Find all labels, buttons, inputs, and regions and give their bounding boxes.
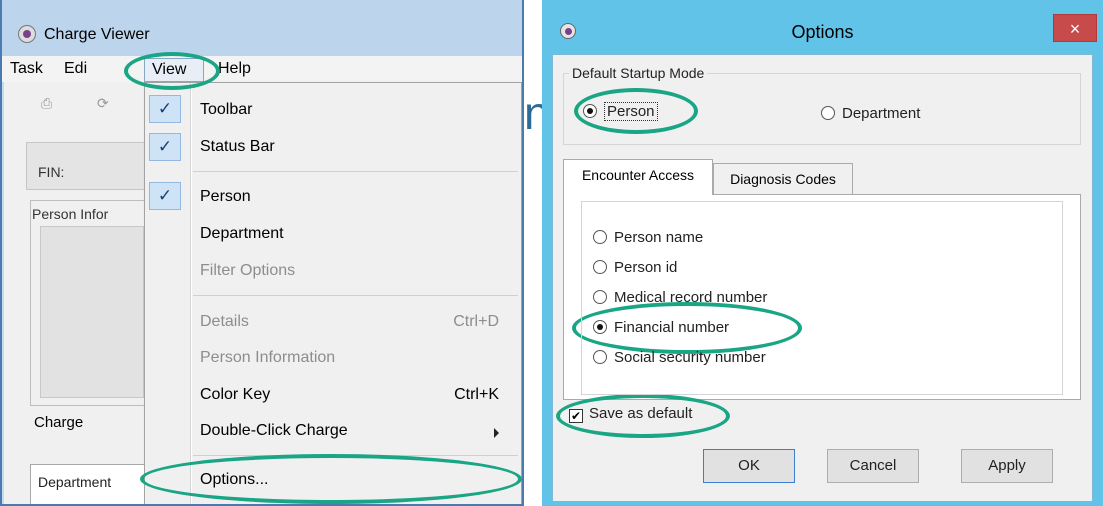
charge-viewer-titlebar: Charge Viewer	[2, 0, 522, 56]
menu-item-toolbar[interactable]: Toolbar	[200, 101, 252, 119]
radio-empty-icon[interactable]	[593, 290, 607, 304]
options-client-area: Default Startup Mode Person Department E…	[552, 54, 1093, 501]
menu-edit[interactable]: Edi	[64, 60, 87, 78]
save-as-default-label: Save as default	[589, 405, 693, 422]
startup-department-label: Department	[842, 105, 921, 122]
radio-empty-icon[interactable]	[593, 230, 607, 244]
access-medical-record-radio[interactable]: Medical record number	[593, 289, 767, 306]
tab-diagnosis-codes[interactable]: Diagnosis Codes	[713, 163, 853, 195]
details-shortcut: Ctrl+D	[453, 313, 499, 330]
checkbox-checked-icon[interactable]: ✔	[569, 409, 583, 423]
access-financial-number-radio[interactable]: Financial number	[593, 319, 729, 336]
menu-item-person[interactable]: Person	[200, 188, 251, 206]
radio-empty-icon[interactable]	[593, 350, 607, 364]
menu-help[interactable]: Help	[218, 60, 251, 78]
toolbar-check-icon: ✓	[149, 95, 181, 123]
menu-item-department[interactable]: Department	[200, 225, 284, 243]
print-icon[interactable]: ⎙	[40, 94, 62, 114]
access-person-name-radio[interactable]: Person name	[593, 229, 703, 246]
department-column-header[interactable]: Department	[38, 474, 111, 490]
options-dialog: Options × Default Startup Mode Person De…	[542, 0, 1103, 506]
submenu-arrow-icon	[494, 428, 499, 438]
access-option-label: Person name	[614, 229, 704, 246]
refresh-icon[interactable]: ⟳	[96, 94, 118, 114]
view-menu-dropdown: ✓ Toolbar ✓ Status Bar ✓ Person Departme…	[144, 82, 522, 504]
status-bar-check-icon: ✓	[149, 133, 181, 161]
menu-separator	[193, 455, 518, 456]
menu-item-options[interactable]: Options...	[200, 471, 268, 489]
tab-encounter-access[interactable]: Encounter Access	[563, 159, 713, 195]
charge-viewer-window: Charge Viewer Task Edi Help View ⎙ ⟳ FIN…	[0, 0, 524, 506]
close-button[interactable]: ×	[1053, 14, 1097, 42]
dialog-footer: OK Cancel Apply	[553, 435, 1092, 501]
startup-department-radio[interactable]: Department	[821, 105, 920, 122]
cancel-button[interactable]: Cancel	[827, 449, 919, 483]
menu-item-person-information: Person Information	[200, 349, 336, 366]
person-check-icon: ✓	[149, 182, 181, 210]
color-key-shortcut: Ctrl+K	[454, 386, 499, 403]
startup-mode-legend: Default Startup Mode	[569, 65, 708, 81]
menu-task[interactable]: Task	[10, 60, 43, 78]
radio-selected-icon[interactable]	[583, 104, 597, 118]
menu-item-details: Details	[200, 313, 249, 330]
radio-empty-icon[interactable]	[593, 260, 607, 274]
menu-item-double-click-charge[interactable]: Double-Click Charge	[200, 422, 348, 440]
radio-selected-icon[interactable]	[593, 320, 607, 334]
startup-person-radio[interactable]: Person	[583, 102, 658, 121]
access-ssn-radio[interactable]: Social security number	[593, 349, 766, 366]
access-option-label: Person id	[614, 259, 678, 276]
options-titlebar: Options ×	[542, 0, 1103, 54]
access-option-label: Financial number	[614, 319, 730, 336]
access-option-label: Social security number	[614, 349, 766, 366]
menu-item-status-bar[interactable]: Status Bar	[200, 138, 275, 156]
access-person-id-radio[interactable]: Person id	[593, 259, 677, 276]
menubar: Task Edi Help	[2, 56, 522, 82]
ok-button[interactable]: OK	[703, 449, 795, 483]
menu-separator	[193, 295, 518, 296]
charge-label: Charge	[34, 414, 84, 431]
window-title: Charge Viewer	[44, 26, 150, 43]
menu-item-color-key[interactable]: Color Key	[200, 386, 270, 404]
menu-gutter-highlight	[191, 83, 192, 504]
app-icon	[18, 25, 36, 43]
menu-view[interactable]: View	[144, 58, 204, 82]
menu-item-filter-options: Filter Options	[200, 262, 296, 279]
person-info-label: Person Infor	[32, 206, 111, 222]
menu-separator	[193, 171, 518, 172]
access-option-label: Medical record number	[614, 289, 768, 306]
dialog-title: Options	[791, 22, 854, 42]
startup-person-label: Person	[604, 102, 658, 121]
person-info-area	[40, 226, 144, 398]
apply-button[interactable]: Apply	[961, 449, 1053, 483]
fin-label: FIN:	[38, 164, 65, 180]
save-as-default-checkbox[interactable]: ✔ Save as default	[569, 405, 692, 423]
radio-empty-icon[interactable]	[821, 106, 835, 120]
